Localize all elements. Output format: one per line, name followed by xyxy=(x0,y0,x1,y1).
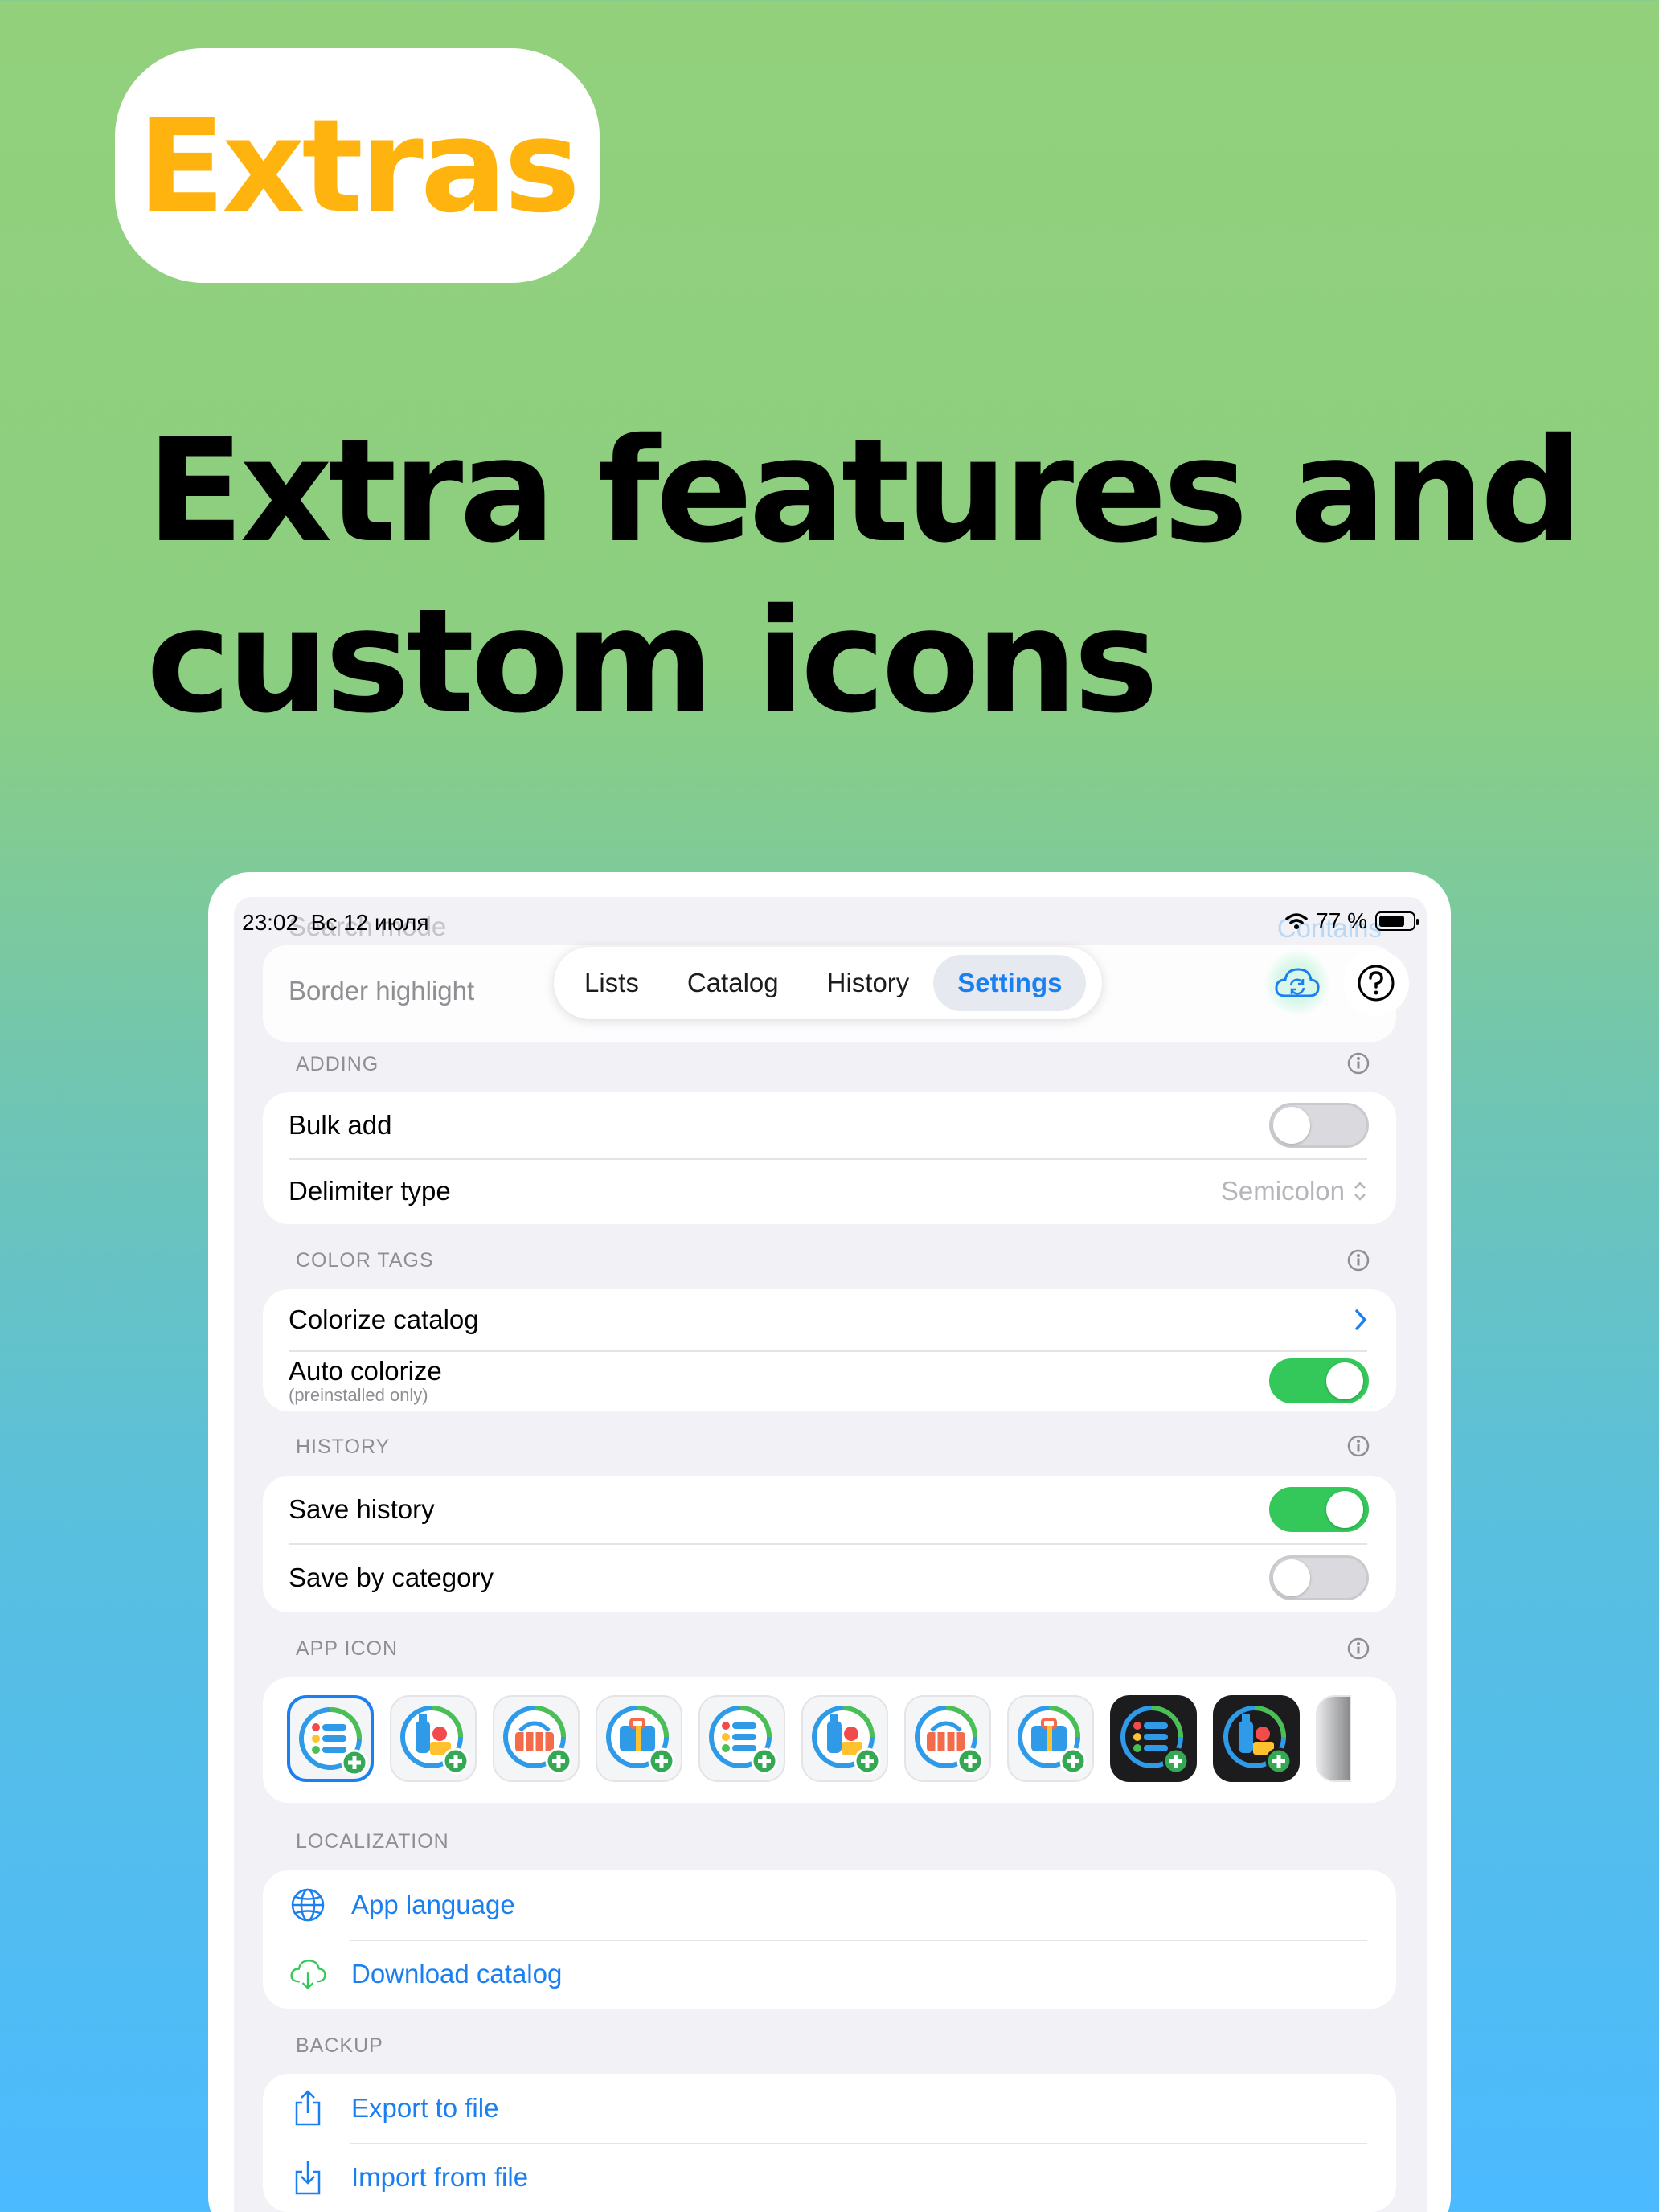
export-label: Export to file xyxy=(351,2093,499,2123)
info-icon[interactable] xyxy=(1346,1248,1370,1272)
auto-colorize-toggle[interactable] xyxy=(1269,1358,1369,1403)
status-time: 23:02 Вс 12 июля xyxy=(242,910,429,935)
app-icon-option[interactable] xyxy=(390,1695,477,1782)
chevron-up-down-icon xyxy=(1354,1182,1366,1201)
wifi-icon xyxy=(1285,913,1308,929)
card-adding: Bulk add Delimiter type Semicolon xyxy=(263,1092,1396,1224)
row-app-language[interactable]: App language xyxy=(263,1870,1396,1940)
extras-badge: Extras xyxy=(115,48,600,283)
cloud-download-icon xyxy=(289,1955,327,1993)
list-icon xyxy=(299,1707,368,1776)
save-by-category-toggle[interactable] xyxy=(1269,1555,1369,1600)
globe-icon xyxy=(289,1886,327,1924)
tab-catalog[interactable]: Catalog xyxy=(663,955,803,1011)
status-indicators: 77 % xyxy=(1285,908,1419,934)
row-auto-colorize: Auto colorize (preinstalled only) xyxy=(263,1350,1396,1411)
card-app-icon xyxy=(263,1677,1396,1803)
card-backup: Export to file Import from file xyxy=(263,2074,1396,2212)
app-icon-option[interactable] xyxy=(287,1695,374,1782)
app-language-label: App language xyxy=(351,1890,515,1919)
bottle-icon xyxy=(400,1706,469,1775)
save-history-toggle[interactable] xyxy=(1269,1487,1369,1532)
battery-percent: 77 % xyxy=(1316,908,1367,933)
share-icon xyxy=(289,2089,327,2128)
auto-colorize-sublabel: (preinstalled only) xyxy=(289,1384,428,1405)
border-highlight-label: Border highlight xyxy=(289,976,475,1006)
section-title-app-icon: APP ICON xyxy=(296,1637,399,1660)
app-icon-option[interactable] xyxy=(1007,1695,1094,1782)
section-title-localization: LOCALIZATION xyxy=(296,1830,449,1853)
suitcase-icon xyxy=(1018,1706,1087,1775)
info-icon[interactable] xyxy=(1346,1051,1370,1075)
row-download-catalog[interactable]: Download catalog xyxy=(263,1940,1396,2009)
headline-line-2: custom icons xyxy=(146,578,1159,744)
bottle-icon xyxy=(1223,1706,1292,1775)
section-title-adding: ADDING xyxy=(296,1053,379,1075)
tab-history[interactable]: History xyxy=(803,955,934,1011)
cloud-sync-icon xyxy=(1275,968,1320,997)
app-icon-option[interactable] xyxy=(1110,1695,1197,1782)
tab-settings[interactable]: Settings xyxy=(933,955,1087,1011)
bulk-add-label: Bulk add xyxy=(289,1110,392,1140)
row-save-history: Save history xyxy=(263,1476,1396,1543)
suitcase-icon xyxy=(606,1706,675,1775)
row-delimiter-type[interactable]: Delimiter type Semicolon xyxy=(263,1158,1396,1224)
basket-icon xyxy=(915,1706,984,1775)
import-icon xyxy=(289,2158,327,2197)
app-icon-option[interactable] xyxy=(1316,1695,1351,1782)
row-import-from-file[interactable]: Import from file xyxy=(263,2143,1396,2212)
section-title-backup: BACKUP xyxy=(296,2034,383,2057)
basket-icon xyxy=(503,1706,572,1775)
import-label: Import from file xyxy=(351,2162,529,2192)
help-button[interactable] xyxy=(1343,950,1409,1016)
tab-bar: Lists Catalog History Settings xyxy=(554,947,1102,1019)
tab-lists[interactable]: Lists xyxy=(560,955,663,1011)
headline: Extra features and custom icons xyxy=(146,406,1609,747)
list-icon xyxy=(1120,1706,1190,1775)
app-icon-option[interactable] xyxy=(904,1695,991,1782)
badge-text: Extras xyxy=(137,90,580,241)
bottle-icon xyxy=(812,1706,881,1775)
bulk-add-toggle[interactable] xyxy=(1269,1103,1369,1148)
battery-icon xyxy=(1375,911,1419,931)
app-icon-option[interactable] xyxy=(801,1695,888,1782)
chevron-right-icon xyxy=(1355,1309,1367,1330)
card-history: Save history Save by category xyxy=(263,1476,1396,1612)
row-save-by-category: Save by category xyxy=(263,1543,1396,1612)
delimiter-label: Delimiter type xyxy=(289,1176,451,1206)
card-localization: App language Download catalog xyxy=(263,1870,1396,2009)
row-colorize-catalog[interactable]: Colorize catalog xyxy=(263,1289,1396,1350)
auto-colorize-label: Auto colorize xyxy=(289,1356,442,1387)
app-icon-option[interactable] xyxy=(1213,1695,1300,1782)
delimiter-value[interactable]: Semicolon xyxy=(1221,1176,1345,1206)
top-right-actions xyxy=(1264,950,1409,1016)
list-icon xyxy=(709,1706,778,1775)
save-history-label: Save history xyxy=(289,1494,435,1524)
row-bulk-add: Bulk add xyxy=(263,1092,1396,1158)
app-icon-option[interactable] xyxy=(493,1695,580,1782)
download-catalog-label: Download catalog xyxy=(351,1959,563,1989)
info-icon[interactable] xyxy=(1346,1636,1370,1661)
question-icon xyxy=(1358,965,1395,1002)
headline-line-1: Extra features and xyxy=(146,408,1583,574)
row-export-to-file[interactable]: Export to file xyxy=(263,2074,1396,2143)
colorize-label: Colorize catalog xyxy=(289,1305,479,1334)
app-icon-option[interactable] xyxy=(698,1695,785,1782)
section-title-history: HISTORY xyxy=(296,1436,391,1458)
info-icon[interactable] xyxy=(1346,1434,1370,1458)
card-color-tags: Colorize catalog Auto colorize (preinsta… xyxy=(263,1289,1396,1411)
section-title-color-tags: COLOR TAGS xyxy=(296,1249,434,1272)
cloud-sync-button[interactable] xyxy=(1264,950,1330,1016)
app-icon-picker xyxy=(263,1677,1396,1803)
settings-screen: Border highlight Search mode Contains 23… xyxy=(234,897,1427,2212)
app-icon-option[interactable] xyxy=(596,1695,682,1782)
save-by-category-label: Save by category xyxy=(289,1563,494,1592)
